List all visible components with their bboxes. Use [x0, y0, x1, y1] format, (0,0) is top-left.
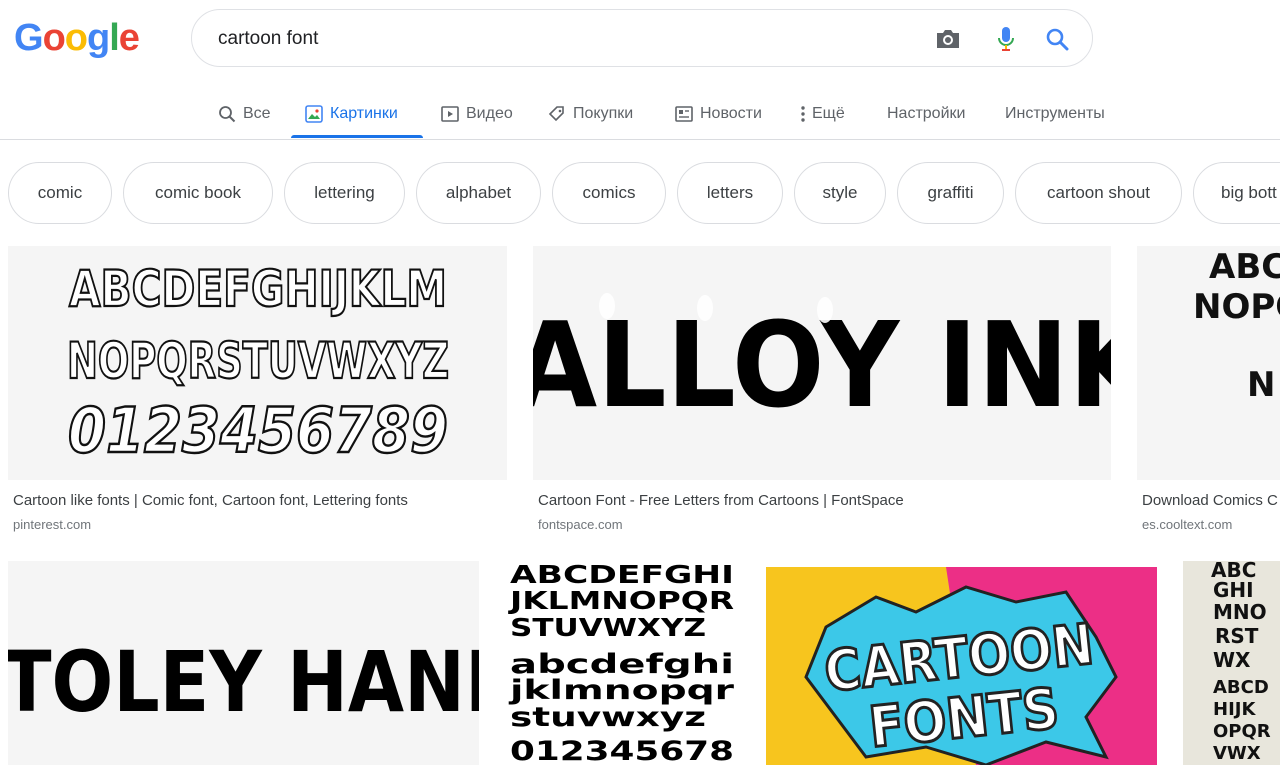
result-title[interactable]: Download Comics C [1142, 492, 1280, 509]
chip[interactable]: comics [552, 162, 666, 224]
image-text: GHI [1213, 578, 1254, 602]
chip[interactable]: alphabet [416, 162, 541, 224]
chip[interactable]: letters [677, 162, 783, 224]
chip[interactable]: comic [8, 162, 112, 224]
result-image[interactable]: ALLOY INK [533, 246, 1111, 480]
result-source: fontspace.com [538, 517, 623, 532]
search-box [191, 9, 1093, 67]
tab-label: Настройки [887, 105, 966, 122]
image-text: 012345678 [510, 736, 734, 765]
google-logo[interactable]: Google [14, 16, 140, 60]
image-text: N [1247, 365, 1275, 405]
result-image[interactable]: ABC NOPQ N [1137, 246, 1280, 480]
highlight [599, 293, 615, 319]
logo-letter: o [42, 17, 66, 59]
search-input[interactable] [218, 27, 898, 51]
image-text: STUVWXYZ [510, 613, 706, 642]
result-image[interactable]: ABCDEFGHI JKLMNOPQR STUVWXYZ abcdefghi j… [506, 561, 738, 765]
tab-label: Все [243, 105, 271, 122]
search-icon[interactable] [1043, 25, 1071, 53]
chip[interactable]: cartoon shout [1015, 162, 1182, 224]
image-text: 0123456789 [68, 394, 448, 467]
result-title[interactable]: Cartoon Font - Free Letters from Cartoon… [538, 492, 1111, 509]
tab-images[interactable]: Картинки [305, 90, 398, 138]
chip[interactable]: comic book [123, 162, 273, 224]
tab-label: Покупки [573, 105, 634, 122]
tab-label: Новости [700, 105, 762, 122]
image-text: NOPQ [1193, 287, 1280, 327]
tab-settings[interactable]: Настройки [887, 90, 965, 138]
tabs-divider [0, 139, 1280, 140]
tab-shopping[interactable]: Покупки [548, 90, 633, 138]
chip[interactable]: lettering [284, 162, 405, 224]
logo-letter: g [87, 17, 110, 59]
tag-icon [548, 105, 566, 123]
tab-label: Ещё [812, 105, 845, 122]
logo-letter: G [14, 17, 44, 59]
image-text: ABCD [1213, 677, 1269, 698]
tab-news[interactable]: Новости [675, 90, 762, 138]
result-source: es.cooltext.com [1142, 517, 1233, 532]
news-icon [675, 105, 693, 123]
highlight [817, 297, 833, 323]
tab-all[interactable]: Все [218, 90, 271, 138]
logo-letter: o [64, 17, 88, 59]
image-text: stuvwxyz [510, 702, 706, 733]
image-text: ABCDEFGHI [510, 561, 734, 589]
search-icon [218, 105, 236, 123]
image-text: TOLEY HANI [8, 633, 479, 731]
active-tab-indicator [291, 135, 423, 138]
tab-video[interactable]: Видео [441, 90, 513, 138]
result-title[interactable]: Cartoon like fonts | Comic font, Cartoon… [13, 492, 507, 509]
image-text: VWX [1213, 743, 1261, 764]
result-image[interactable]: TOLEY HANI [8, 561, 479, 765]
chip[interactable]: big bott [1193, 162, 1280, 224]
chip[interactable]: style [794, 162, 886, 224]
tab-tools[interactable]: Инструменты [1005, 90, 1105, 138]
image-text: OPQR [1213, 721, 1271, 742]
logo-letter: l [109, 17, 120, 59]
more-vertical-icon [800, 105, 806, 123]
result-source: pinterest.com [13, 517, 92, 532]
tab-label: Видео [466, 105, 513, 122]
image-text: RST [1215, 624, 1259, 648]
result-image[interactable]: ABC GHI MNO RST WX ABCD HIJK OPQR VWX [1183, 561, 1280, 765]
result-image[interactable]: ABCDEFGHIJKLM NOPQRSTUVWXYZ 0123456789 [8, 246, 507, 480]
search-tabs: Все Картинки Видео Покупки Новости Ещё Н… [0, 90, 1280, 140]
image-text: ABCDEFGHIJKLM [69, 260, 447, 318]
image-text: NOPQRSTUVWXYZ [67, 332, 449, 390]
image-text: WX [1213, 648, 1251, 672]
camera-icon[interactable] [934, 25, 962, 53]
tab-label: Инструменты [1005, 105, 1105, 122]
microphone-icon[interactable] [992, 25, 1020, 53]
video-icon [441, 105, 459, 123]
image-text: JKLMNOPQR [507, 586, 734, 615]
chip[interactable]: graffiti [897, 162, 1004, 224]
tab-more[interactable]: Ещё [800, 90, 845, 138]
tab-label: Картинки [330, 105, 398, 122]
logo-letter: e [118, 17, 140, 59]
highlight [697, 295, 713, 321]
result-image[interactable]: CARTOON FONTS [766, 567, 1157, 765]
image-text: HIJK [1213, 699, 1256, 720]
image-icon [305, 105, 323, 123]
image-text: ABC [1209, 247, 1280, 287]
image-text: MNO [1213, 600, 1267, 624]
